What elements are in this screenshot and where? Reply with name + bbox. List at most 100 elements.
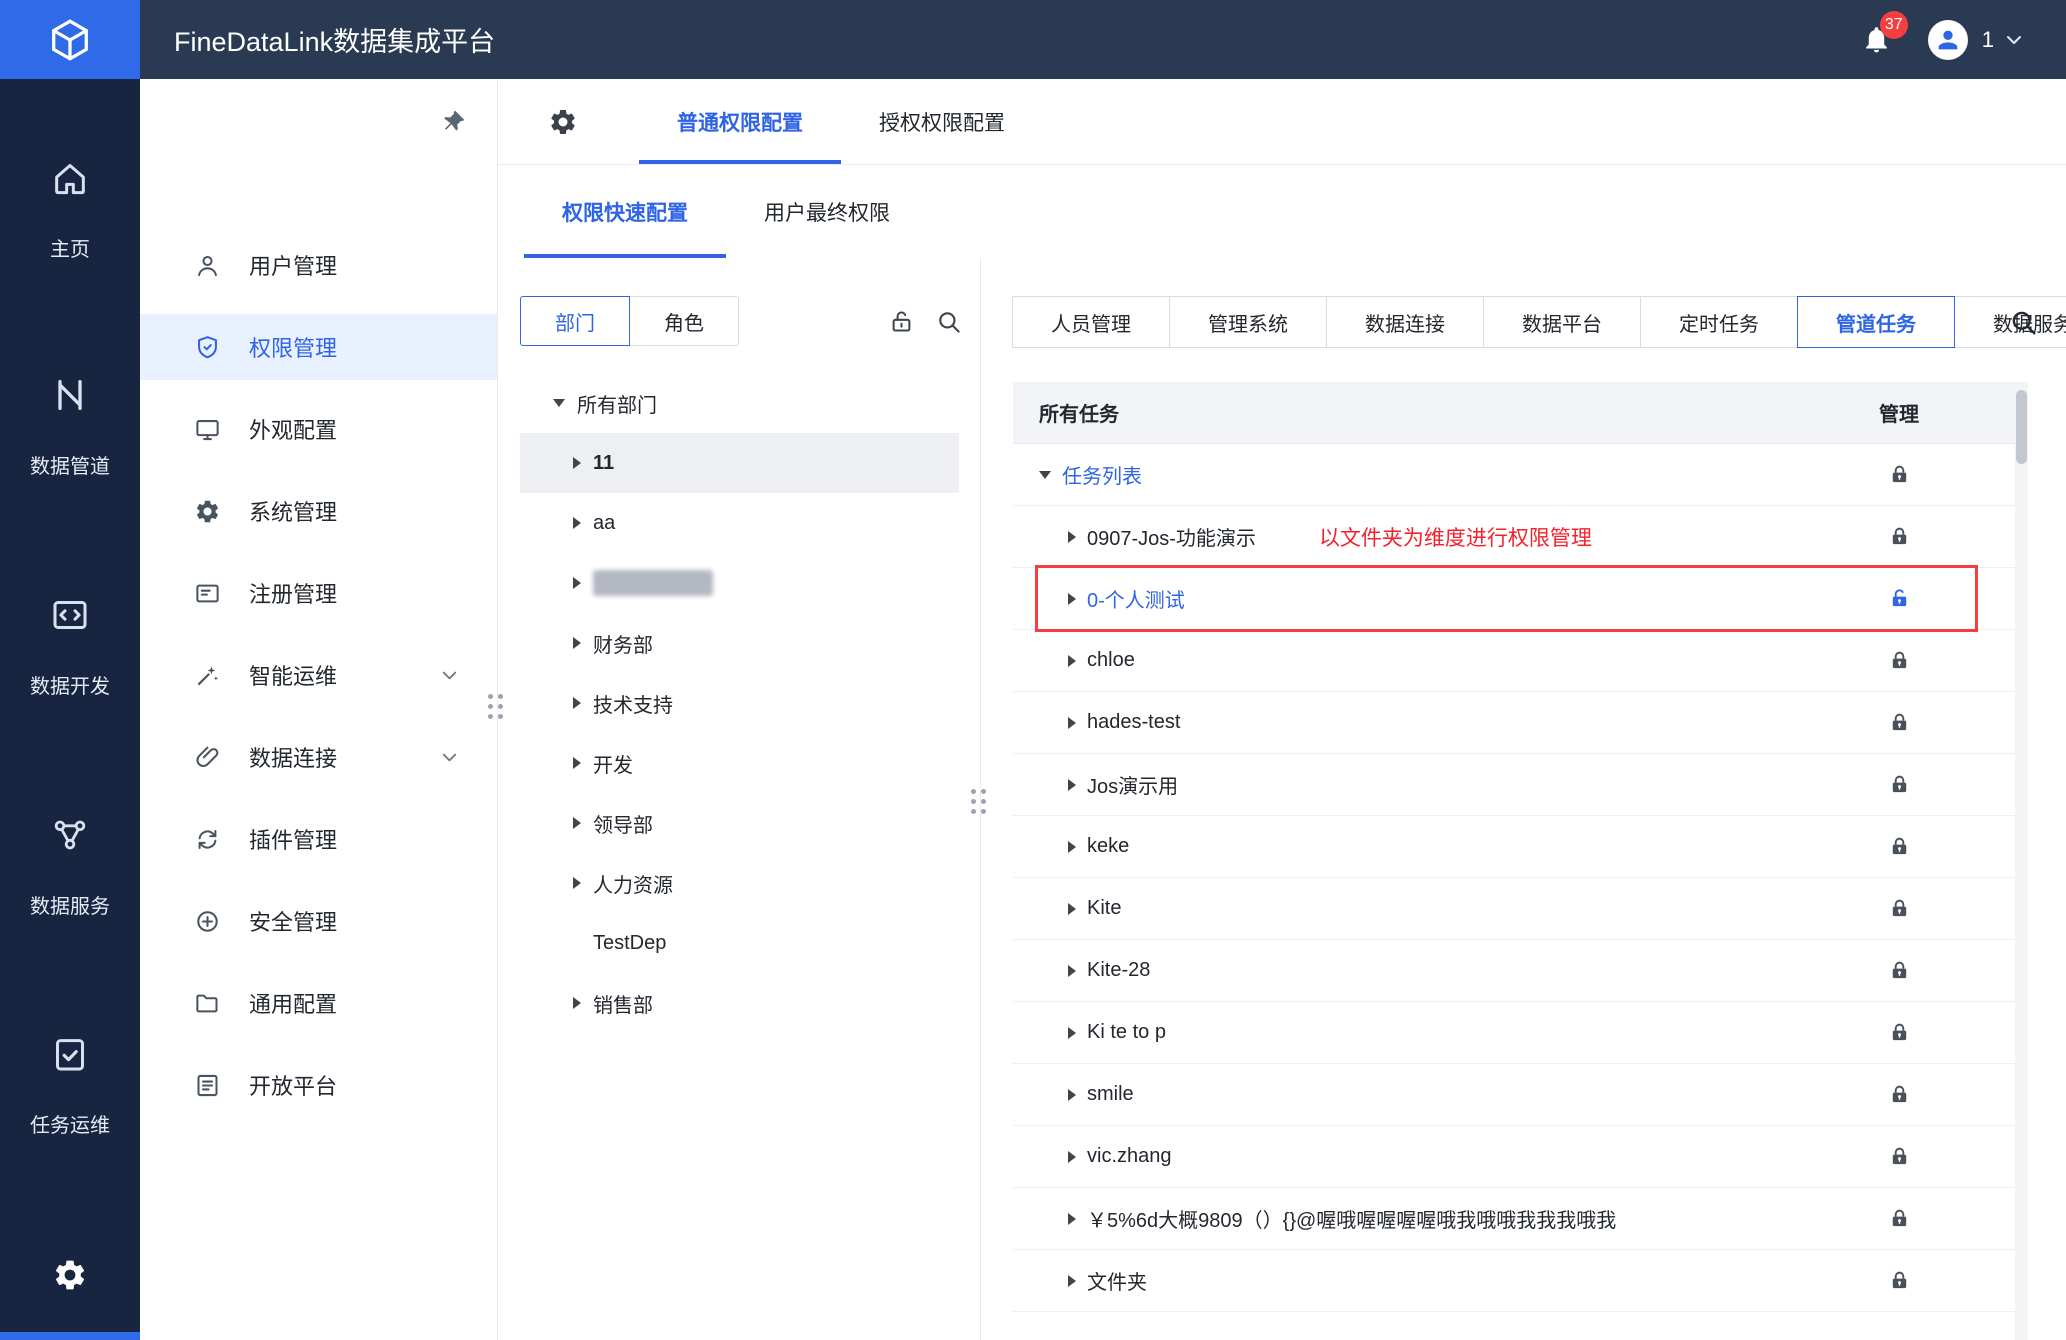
task-folder-label[interactable]: hades-test — [1087, 711, 1180, 734]
table-row[interactable]: 0907-Jos-功能演示 以文件夹为维度进行权限管理 — [1013, 506, 2028, 568]
tab-authorized-permission-config[interactable]: 授权权限配置 — [841, 79, 1043, 164]
tab-data-connection[interactable]: 数据连接 — [1326, 296, 1484, 348]
tab-data-platform[interactable]: 数据平台 — [1483, 296, 1641, 348]
expand-icon[interactable] — [1068, 1151, 1076, 1163]
rail-item-data-development[interactable]: 数据开发 — [0, 595, 140, 697]
expand-icon[interactable] — [1068, 1027, 1076, 1039]
tab-personnel-management[interactable]: 人员管理 — [1012, 296, 1170, 348]
task-folder-label[interactable]: 0907-Jos-功能演示 — [1087, 522, 1256, 551]
expand-icon[interactable] — [573, 517, 581, 529]
tree-item-selected[interactable]: 11 — [520, 433, 959, 493]
toggle-department[interactable]: 部门 — [520, 296, 630, 346]
sidebar-item-user-management[interactable]: 用户管理 — [140, 232, 497, 298]
tree-item[interactable]: aa — [520, 493, 959, 553]
tab-management-system[interactable]: 管理系统 — [1169, 296, 1327, 348]
collapse-icon[interactable] — [1039, 471, 1051, 479]
tree-item[interactable]: 领导部 — [520, 793, 959, 853]
rail-item-data-pipeline[interactable]: 数据管道 — [0, 375, 140, 477]
task-folder-label[interactable]: keke — [1087, 835, 1129, 858]
tree-item[interactable]: 销售部 — [520, 973, 959, 1033]
sidebar-item-registration-management[interactable]: 注册管理 — [140, 560, 497, 626]
expand-icon[interactable] — [1068, 717, 1076, 729]
expand-icon[interactable] — [573, 877, 581, 889]
tree-item-masked[interactable] — [520, 553, 959, 613]
expand-icon[interactable] — [573, 637, 581, 649]
tree-item[interactable]: 开发 — [520, 733, 959, 793]
collapse-icon[interactable] — [553, 399, 565, 407]
chevron-down-icon[interactable] — [2002, 28, 2026, 52]
pin-icon[interactable] — [440, 109, 467, 136]
sidebar-item-system-management[interactable]: 系统管理 — [140, 478, 497, 544]
tree-item[interactable]: TestDep — [520, 913, 959, 973]
expand-icon[interactable] — [1068, 655, 1076, 667]
tab-user-final-permission[interactable]: 用户最终权限 — [726, 165, 928, 258]
table-row[interactable]: chloe — [1013, 630, 2028, 692]
task-folder-label[interactable]: Kite-28 — [1087, 959, 1150, 982]
notifications-button[interactable]: 37 — [1861, 24, 1892, 55]
sidebar-item-plugin-management[interactable]: 插件管理 — [140, 806, 497, 872]
tree-item-all-departments[interactable]: 所有部门 — [520, 373, 959, 433]
avatar[interactable] — [1928, 20, 1968, 60]
expand-icon[interactable] — [1068, 841, 1076, 853]
lock-icon[interactable] — [1888, 773, 1911, 796]
expand-icon[interactable] — [573, 817, 581, 829]
table-row[interactable]: smile — [1013, 1064, 2028, 1126]
expand-icon[interactable] — [573, 997, 581, 1009]
sidebar-item-general-config[interactable]: 通用配置 — [140, 970, 497, 1036]
task-folder-label[interactable]: Kite — [1087, 897, 1121, 920]
lock-icon[interactable] — [1888, 649, 1911, 672]
expand-icon[interactable] — [1068, 965, 1076, 977]
table-row[interactable]: vic.zhang — [1013, 1126, 2028, 1188]
sidebar-item-data-connection[interactable]: 数据连接 — [140, 724, 497, 790]
task-folder-label[interactable]: Ki te to p — [1087, 1021, 1166, 1044]
sidebar-item-open-platform[interactable]: 开放平台 — [140, 1052, 497, 1118]
table-row[interactable]: Kite — [1013, 878, 2028, 940]
task-folder-label[interactable]: chloe — [1087, 649, 1135, 672]
lock-icon[interactable] — [1888, 959, 1911, 982]
task-folder-label[interactable]: 任务列表 — [1062, 460, 1142, 489]
chevron-down-icon[interactable] — [438, 746, 461, 769]
lock-icon[interactable] — [1888, 463, 1911, 486]
lock-icon[interactable] — [1888, 711, 1911, 734]
lock-icon[interactable] — [1888, 525, 1911, 548]
lock-icon[interactable] — [1888, 1021, 1911, 1044]
sidebar-item-permission-management[interactable]: 权限管理 — [140, 314, 497, 380]
lock-icon[interactable] — [1888, 1207, 1911, 1230]
expand-icon[interactable] — [1068, 593, 1076, 605]
tree-item[interactable]: 财务部 — [520, 613, 959, 673]
task-folder-label[interactable]: 0-个人测试 — [1087, 584, 1185, 613]
lock-icon[interactable] — [1888, 1145, 1911, 1168]
tab-scheduled-tasks[interactable]: 定时任务 — [1640, 296, 1798, 348]
search-icon[interactable] — [935, 308, 962, 335]
rail-item-data-service[interactable]: 数据服务 — [0, 815, 140, 917]
panel-resize-handle[interactable] — [488, 694, 503, 719]
tab-quick-permission-config[interactable]: 权限快速配置 — [524, 165, 726, 258]
task-folder-label[interactable]: vic.zhang — [1087, 1145, 1172, 1168]
table-row[interactable]: ￥5%6d大概9809（）{}@喔哦喔喔喔喔哦我哦哦我我我哦我 — [1013, 1188, 2028, 1250]
table-row[interactable]: Kite-28 — [1013, 940, 2028, 1002]
rail-item-task-ops[interactable]: 任务运维 — [0, 1034, 140, 1136]
expand-icon[interactable] — [573, 457, 581, 469]
expand-icon[interactable] — [573, 757, 581, 769]
rail-item-home[interactable]: 主页 — [0, 158, 140, 260]
expand-icon[interactable] — [1068, 1275, 1076, 1287]
task-folder-label[interactable]: 文件夹 — [1087, 1266, 1147, 1295]
sidebar-item-intelligent-ops[interactable]: 智能运维 — [140, 642, 497, 708]
expand-icon[interactable] — [1068, 531, 1076, 543]
chevron-down-icon[interactable] — [438, 664, 461, 687]
table-row[interactable]: 文件夹 — [1013, 1250, 2028, 1312]
unlock-icon[interactable] — [888, 308, 915, 335]
lock-icon[interactable] — [1888, 1083, 1911, 1106]
table-row[interactable]: keke — [1013, 816, 2028, 878]
table-row[interactable]: Ki te to p — [1013, 1002, 2028, 1064]
panel-resize-handle[interactable] — [971, 789, 986, 814]
task-folder-label[interactable]: smile — [1087, 1083, 1134, 1106]
lock-icon[interactable] — [1888, 897, 1911, 920]
lock-icon[interactable] — [1888, 835, 1911, 858]
lock-icon[interactable] — [1888, 1269, 1911, 1292]
tree-item[interactable]: 技术支持 — [520, 673, 959, 733]
table-row-personal-test[interactable]: 0-个人测试 — [1013, 568, 2028, 630]
app-logo[interactable] — [0, 0, 140, 79]
settings-icon[interactable] — [548, 107, 578, 137]
expand-icon[interactable] — [573, 577, 581, 589]
